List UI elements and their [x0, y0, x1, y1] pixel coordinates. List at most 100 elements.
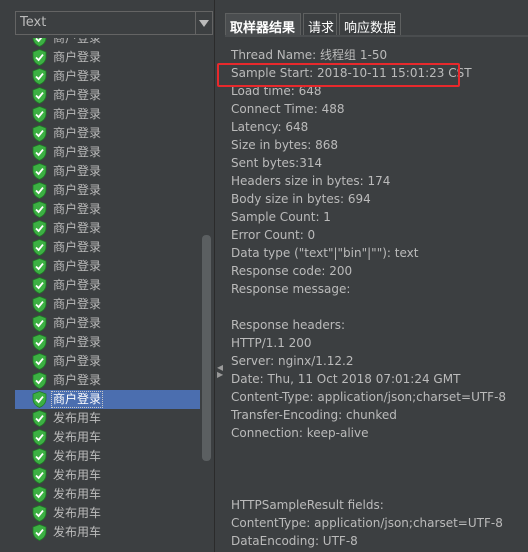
tab-underline — [225, 35, 528, 37]
list-item-label: 商户登录 — [53, 297, 102, 311]
list-item-label: 商户登录 — [53, 335, 102, 349]
detail-line: Transfer-Encoding: chunked — [231, 408, 397, 422]
list-item[interactable]: 商户登录 — [15, 124, 200, 143]
list-item[interactable]: 发布用车 — [15, 409, 200, 428]
list-item[interactable]: 商户登录 — [15, 219, 200, 238]
results-tree-pane: Text 商户登录 商户登录 商户登录 商户登录 商户登录 商户登录 商户登录 商户登录 商户登… — [0, 0, 214, 552]
success-shield-icon — [32, 87, 47, 104]
success-shield-icon — [32, 125, 47, 142]
list-item[interactable]: 商户登录 — [15, 38, 200, 48]
tab-request[interactable]: 请求 — [303, 13, 337, 36]
scrollbar-thumb[interactable] — [202, 235, 211, 461]
list-item-label: 商户登录 — [53, 126, 102, 140]
list-item[interactable]: 商户登录 — [15, 143, 200, 162]
detail-line: DataEncoding: UTF-8 — [231, 534, 358, 548]
detail-line: Sent bytes:314 — [231, 156, 323, 170]
detail-line: Data type ("text"|"bin"|""): text — [231, 246, 419, 260]
detail-line: Sample Count: 1 — [231, 210, 331, 224]
success-shield-icon — [32, 448, 47, 465]
list-item[interactable]: 商户登录 — [15, 200, 200, 219]
success-shield-icon — [32, 68, 47, 85]
success-shield-icon — [32, 467, 47, 484]
list-item[interactable]: 商户登录 — [15, 181, 200, 200]
list-item-label: 发布用车 — [53, 449, 102, 463]
success-shield-icon — [32, 182, 47, 199]
list-item[interactable]: 商户登录 — [15, 295, 200, 314]
detail-line: Thread Name: 线程组 1-50 — [231, 48, 388, 62]
list-item-label: 发布用车 — [53, 487, 102, 501]
list-item[interactable]: 商户登录 — [15, 238, 200, 257]
success-shield-icon — [32, 38, 47, 47]
list-item[interactable]: 商户登录 — [15, 371, 200, 390]
success-shield-icon — [32, 296, 47, 313]
list-item[interactable]: 商户登录 — [15, 67, 200, 86]
list-item[interactable]: 商户登录 — [15, 390, 200, 409]
detail-line: Body size in bytes: 694 — [231, 192, 371, 206]
list-item-label: 发布用车 — [53, 506, 102, 520]
annotation-highlight-box — [217, 63, 460, 87]
list-item-label: 商户登录 — [53, 259, 102, 273]
detail-line: Error Count: 0 — [231, 228, 316, 242]
list-item[interactable]: 商户登录 — [15, 352, 200, 371]
sampler-result-text[interactable]: Thread Name: 线程组 1-50 Sample Start: 2018-… — [223, 37, 528, 552]
detail-line: ContentType: application/json;charset=UT… — [231, 516, 503, 530]
detail-line: Response code: 200 — [231, 264, 353, 278]
success-shield-icon — [32, 486, 47, 503]
list-item-label: 商户登录 — [53, 373, 102, 387]
list-item[interactable]: 商户登录 — [15, 314, 200, 333]
list-item[interactable]: 商户登录 — [15, 333, 200, 352]
detail-line: Date: Thu, 11 Oct 2018 07:01:24 GMT — [231, 372, 461, 386]
list-item[interactable]: 商户登录 — [15, 162, 200, 181]
list-item-label: 商户登录 — [53, 164, 102, 178]
results-tree[interactable]: 商户登录 商户登录 商户登录 商户登录 商户登录 商户登录 商户登录 商户登录 商户登录 商户登录… — [15, 38, 200, 552]
list-item[interactable]: 商户登录 — [15, 105, 200, 124]
list-item-label: 发布用车 — [53, 430, 102, 444]
list-item-label: 商户登录 — [53, 202, 102, 216]
list-item[interactable]: 发布用车 — [15, 466, 200, 485]
list-item-label: 发布用车 — [53, 525, 102, 539]
success-shield-icon — [32, 315, 47, 332]
renderer-dropdown[interactable]: Text — [15, 11, 213, 35]
list-item[interactable]: 发布用车 — [15, 504, 200, 523]
list-item-label: 商户登录 — [53, 240, 102, 254]
list-item[interactable]: 商户登录 — [15, 276, 200, 295]
success-shield-icon — [32, 258, 47, 275]
detail-line: Response headers: — [231, 318, 346, 332]
results-tree-scrollbar[interactable] — [200, 38, 213, 552]
success-shield-icon — [32, 201, 47, 218]
success-shield-icon — [32, 372, 47, 389]
list-item[interactable]: 发布用车 — [15, 428, 200, 447]
list-item-label: 商户登录 — [53, 50, 102, 64]
list-item-label: 商户登录 — [53, 107, 102, 121]
success-shield-icon — [32, 163, 47, 180]
list-item-label: 商户登录 — [53, 183, 102, 197]
success-shield-icon — [32, 391, 47, 408]
detail-line: Connect Time: 488 — [231, 102, 345, 116]
list-item-label: 商户登录 — [50, 391, 104, 408]
list-item[interactable]: 发布用车 — [15, 485, 200, 504]
success-shield-icon — [32, 277, 47, 294]
detail-line: HTTPSampleResult fields: — [231, 498, 384, 512]
list-item-label: 发布用车 — [53, 411, 102, 425]
success-shield-icon — [32, 505, 47, 522]
chevron-down-icon[interactable] — [195, 12, 212, 34]
list-item-label: 商户登录 — [53, 278, 102, 292]
detail-line: Size in bytes: 868 — [231, 138, 339, 152]
tab-sampler-result[interactable]: 取样器结果 — [225, 13, 301, 36]
list-item-label: 商户登录 — [53, 38, 102, 45]
list-item-label: 商户登录 — [53, 316, 102, 330]
list-item[interactable]: 商户登录 — [15, 257, 200, 276]
list-item[interactable]: 发布用车 — [15, 447, 200, 466]
list-item[interactable]: 商户登录 — [15, 86, 200, 105]
detail-line: Content-Type: application/json;charset=U… — [231, 390, 507, 404]
detail-line: Connection: keep-alive — [231, 426, 369, 440]
tab-response-data[interactable]: 响应数据 — [339, 13, 401, 36]
success-shield-icon — [32, 239, 47, 256]
list-item[interactable]: 商户登录 — [15, 48, 200, 67]
detail-line: Response message: — [231, 282, 351, 296]
list-item-label: 商户登录 — [53, 145, 102, 159]
list-item[interactable]: 发布用车 — [15, 523, 200, 542]
detail-line: Latency: 648 — [231, 120, 309, 134]
success-shield-icon — [32, 410, 47, 427]
detail-line: Server: nginx/1.12.2 — [231, 354, 354, 368]
